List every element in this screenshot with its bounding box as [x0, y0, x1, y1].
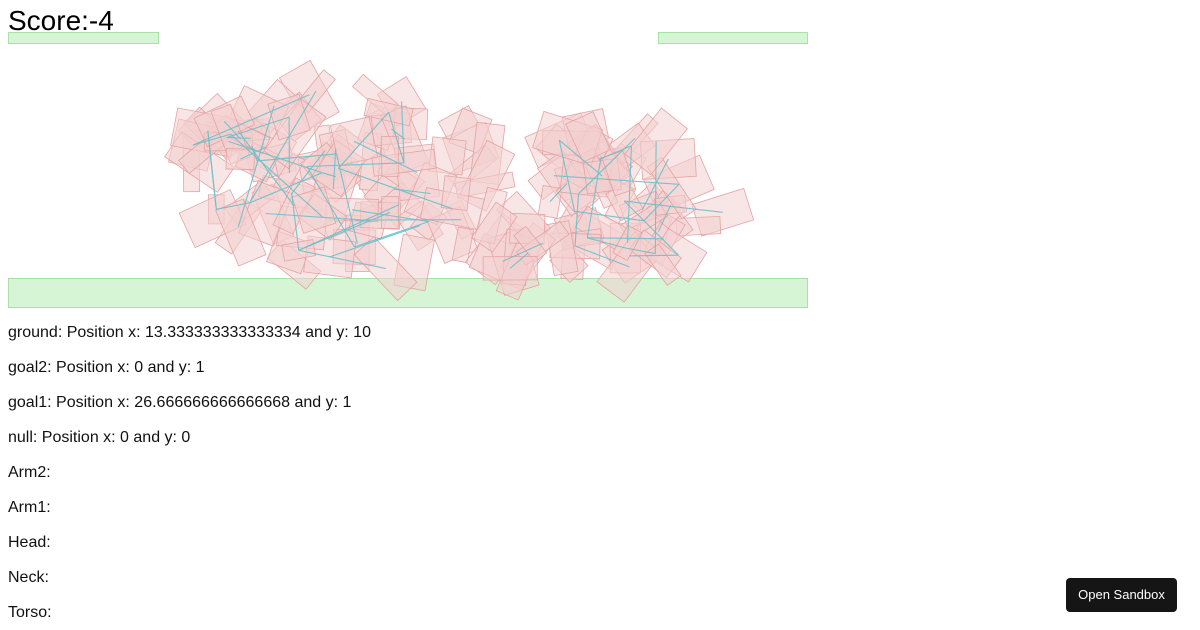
body-info-list: ground: Position x: 13.333333333333334 a…: [8, 323, 371, 630]
score-display: Score:-4: [8, 5, 114, 36]
ragdoll-joint-line: [226, 137, 251, 139]
ragdoll-block[interactable]: [440, 175, 472, 211]
game-page: Score:-4 ground: Position x: 13.33333333…: [0, 0, 1200, 630]
info-row-ground: ground: Position x: 13.333333333333334 a…: [8, 324, 371, 341]
info-row-neck: Neck:: [8, 569, 49, 586]
info-row-torso: Torso:: [8, 604, 52, 621]
info-row-head: Head:: [8, 534, 51, 551]
info-row-goal1: goal1: Position x: 26.666666666666668 an…: [8, 394, 352, 411]
info-row-goal2: goal2: Position x: 0 and y: 1: [8, 359, 205, 376]
goal1-platform: [658, 32, 808, 44]
ragdoll-joint-line: [629, 254, 679, 257]
open-sandbox-button[interactable]: Open Sandbox: [1066, 578, 1177, 612]
info-row-null: null: Position x: 0 and y: 0: [8, 429, 191, 446]
physics-canvas[interactable]: [8, 8, 808, 308]
info-row-arm2: Arm2:: [8, 464, 51, 481]
info-row-arm1: Arm1:: [8, 499, 51, 516]
ragdoll-blocks-layer: [164, 59, 755, 303]
physics-world-svg[interactable]: [8, 8, 808, 308]
